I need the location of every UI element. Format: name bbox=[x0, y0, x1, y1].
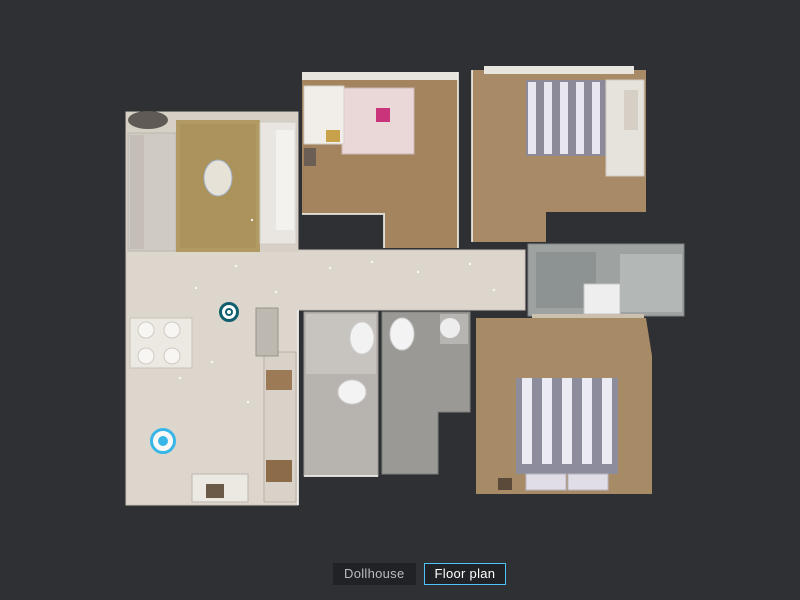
floorplan-viewer[interactable]: Dollhouse Floor plan bbox=[0, 0, 800, 600]
dollhouse-button[interactable]: Dollhouse bbox=[333, 563, 416, 585]
floor-plan-button[interactable]: Floor plan bbox=[423, 563, 507, 585]
floor-plan-map[interactable] bbox=[0, 0, 800, 600]
sweep-marker-icon[interactable] bbox=[219, 302, 239, 322]
coffee-table bbox=[203, 159, 233, 197]
sweep-marker-selected-icon[interactable] bbox=[150, 428, 176, 454]
view-mode-toggle: Dollhouse Floor plan bbox=[333, 563, 507, 585]
